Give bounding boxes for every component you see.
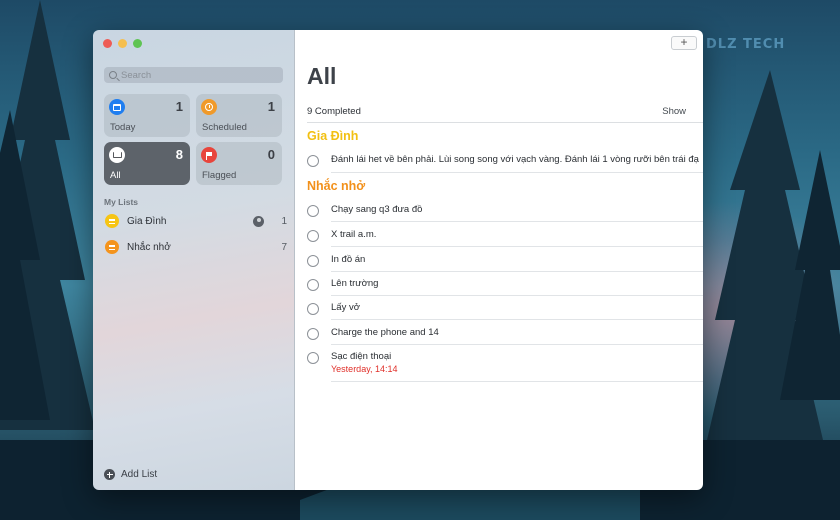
- reminder-due-date: Yesterday, 14:14: [331, 364, 398, 374]
- reminder-item: Sạc điện thoại Yesterday, 14:14: [307, 351, 703, 382]
- reminder-title[interactable]: X trail a.m.: [331, 229, 703, 240]
- add-reminder-button[interactable]: +: [671, 36, 697, 50]
- sidebar-list-gia-dinh[interactable]: Gia Đình 1: [105, 212, 287, 230]
- reminder-title[interactable]: Lên trường: [331, 278, 703, 289]
- reminder-checkbox[interactable]: [307, 205, 319, 217]
- smart-list-scheduled[interactable]: 1 Scheduled: [196, 94, 282, 137]
- smart-list-all[interactable]: 8 All: [104, 142, 190, 185]
- plus-circle-icon: [104, 469, 115, 480]
- smart-list-label: Flagged: [202, 170, 237, 181]
- page-title: All: [307, 63, 337, 89]
- window-controls: [103, 39, 142, 48]
- tray-icon: [109, 147, 125, 163]
- reminder-title[interactable]: Chạy sang q3 đưa đồ: [331, 204, 703, 215]
- smart-list-today[interactable]: 1 Today: [104, 94, 190, 137]
- list-name: Gia Đình: [127, 215, 167, 227]
- smart-list-count: 1: [175, 99, 183, 114]
- flag-icon: [201, 147, 217, 163]
- reminder-title[interactable]: Charge the phone and 14: [331, 327, 703, 338]
- reminder-checkbox[interactable]: [307, 279, 319, 291]
- watermark-logo: DLZ TECH: [706, 37, 786, 52]
- completed-row: 9 Completed Show: [307, 100, 703, 123]
- reminder-item: In đồ án: [307, 254, 703, 272]
- shared-person-icon: [253, 215, 264, 227]
- reminder-item: Chạy sang q3 đưa đồ: [307, 204, 703, 222]
- smart-list-count: 0: [267, 147, 275, 162]
- calendar-icon: [109, 99, 125, 115]
- search-input[interactable]: [121, 69, 271, 81]
- reminder-item: X trail a.m.: [307, 229, 703, 247]
- smart-list-label: Scheduled: [202, 122, 247, 133]
- list-count: 7: [281, 241, 287, 253]
- reminder-checkbox[interactable]: [307, 352, 319, 364]
- list-bullet-icon: [105, 214, 119, 228]
- smart-list-label: Today: [110, 122, 136, 133]
- smart-list-count: 1: [267, 99, 275, 114]
- reminder-checkbox[interactable]: [307, 155, 319, 167]
- reminder-checkbox[interactable]: [307, 255, 319, 267]
- smart-list-label: All: [110, 170, 121, 181]
- sidebar: 1 Today 1 Scheduled 8 All 0 Flagged My L…: [93, 30, 295, 490]
- reminder-item: Lên trường: [307, 278, 703, 296]
- reminder-item: Charge the phone and 14: [307, 327, 703, 345]
- add-list-button[interactable]: Add List: [104, 469, 157, 480]
- reminder-title[interactable]: Sạc điện thoại: [331, 351, 703, 362]
- show-completed-button[interactable]: Show: [662, 106, 686, 117]
- reminder-title[interactable]: Lấy vở: [331, 302, 703, 313]
- group-title-nhac-nho: Nhắc nhở: [307, 179, 366, 193]
- completed-count: 9 Completed: [307, 105, 361, 117]
- my-lists-heading: My Lists: [104, 197, 139, 207]
- reminder-title[interactable]: In đồ án: [331, 254, 703, 265]
- list-count: 1: [281, 215, 287, 227]
- reminder-title[interactable]: Đánh lái het về bên phải. Lùi song song …: [331, 154, 703, 165]
- sidebar-list-nhac-nho[interactable]: Nhắc nhở 7: [105, 238, 287, 256]
- smart-list-flagged[interactable]: 0 Flagged: [196, 142, 282, 185]
- group-title-gia-dinh: Gia Đình: [307, 129, 359, 143]
- smart-list-count: 8: [175, 147, 183, 162]
- reminders-window: 1 Today 1 Scheduled 8 All 0 Flagged My L…: [93, 30, 703, 490]
- list-name: Nhắc nhở: [127, 241, 171, 253]
- list-bullet-icon: [105, 240, 119, 254]
- reminder-item: Đánh lái het về bên phải. Lùi song song …: [307, 154, 703, 173]
- close-window-button[interactable]: [103, 39, 112, 48]
- minimize-window-button[interactable]: [118, 39, 127, 48]
- reminder-checkbox[interactable]: [307, 230, 319, 242]
- reminder-checkbox[interactable]: [307, 303, 319, 315]
- search-icon: [109, 71, 117, 79]
- add-list-label: Add List: [121, 469, 158, 480]
- search-field[interactable]: [104, 67, 283, 83]
- reminder-item: Lấy vở: [307, 302, 703, 320]
- zoom-window-button[interactable]: [133, 39, 142, 48]
- reminder-checkbox[interactable]: [307, 328, 319, 340]
- main-content: + All 9 Completed Show Gia Đình Đánh lái…: [295, 30, 703, 490]
- clock-icon: [201, 99, 217, 115]
